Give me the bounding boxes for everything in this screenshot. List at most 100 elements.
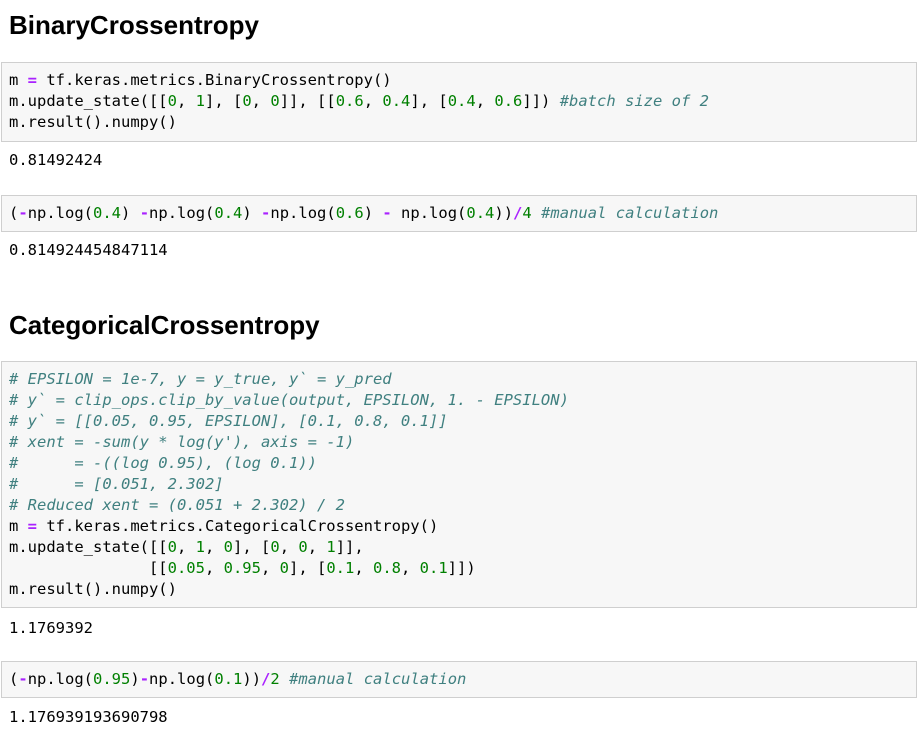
- code-line: m = tf.keras.metrics.CategoricalCrossent…: [9, 516, 909, 537]
- code-token: m: [9, 71, 28, 89]
- code-token: ], [: [410, 92, 448, 110]
- code-token: 1: [326, 538, 336, 556]
- code-token: ]]): [522, 92, 560, 110]
- code-token: ): [363, 204, 383, 222]
- code-token: 0.6: [335, 92, 364, 110]
- code-line: (-np.log(0.4) -np.log(0.4) -np.log(0.6) …: [9, 203, 909, 224]
- code-token: ], [: [288, 559, 327, 577]
- code-line: # = -((log 0.95), (log 0.1)): [9, 453, 909, 474]
- code-token: ,: [400, 559, 420, 577]
- code-token: 4: [522, 204, 532, 222]
- code-token: ,: [205, 538, 224, 556]
- code-token: # Reduced xent = (0.051 + 2.302) / 2: [9, 496, 345, 514]
- code-token: ]]): [447, 559, 476, 577]
- code-token: 0.1: [326, 559, 355, 577]
- cell-output: 1.1769392: [9, 619, 93, 637]
- code-token: np.log(: [270, 204, 336, 222]
- code-token: 0: [298, 538, 308, 556]
- code-token: ,: [307, 538, 327, 556]
- code-token: /: [513, 204, 523, 222]
- code-token: ): [121, 204, 140, 222]
- code-token: -: [261, 204, 271, 222]
- code-token: 1: [195, 538, 205, 556]
- code-token: m.update_state([[: [9, 92, 168, 110]
- code-line: # = [0.051, 2.302]: [9, 474, 909, 495]
- code-line: m.update_state([[0, 1, 0], [0, 0, 1]],: [9, 537, 909, 558]
- code-token: ,: [251, 92, 271, 110]
- code-token: #batch size of 2: [559, 92, 709, 110]
- code-token: 0.4: [382, 92, 411, 110]
- code-line: m.result().numpy(): [9, 579, 909, 600]
- code-line: # y` = [[0.05, 0.95, EPSILON], [0.1, 0.8…: [9, 411, 909, 432]
- code-token: =: [27, 517, 38, 535]
- code-token: m.result().numpy(): [9, 580, 177, 598]
- code-line: # EPSILON = 1e-7, y = y_true, y` = y_pre…: [9, 369, 909, 390]
- code-token: # EPSILON = 1e-7, y = y_true, y` = y_pre…: [9, 370, 392, 388]
- code-token: 0: [279, 559, 289, 577]
- code-token: ): [130, 670, 140, 688]
- code-token: 0.6: [335, 204, 364, 222]
- code-line: # xent = -sum(y * log(y'), axis = -1): [9, 432, 909, 453]
- code-token: #manual calculation: [289, 670, 467, 688]
- code-token: # y` = [[0.05, 0.95, EPSILON], [0.1, 0.8…: [9, 412, 448, 430]
- code-token: -: [382, 204, 392, 222]
- code-token: tf.keras.metrics.CategoricalCrossentropy…: [37, 517, 439, 535]
- code-token: (: [9, 670, 19, 688]
- code-token: # y` = clip_ops.clip_by_value(output, EP…: [9, 391, 569, 409]
- code-token: ,: [354, 559, 373, 577]
- code-token: 0.4: [466, 204, 495, 222]
- code-token: np.log(: [27, 204, 94, 222]
- code-line: # Reduced xent = (0.051 + 2.302) / 2: [9, 495, 909, 516]
- code-token: # = [0.051, 2.302]: [9, 475, 224, 493]
- code-token: 0.4: [93, 204, 122, 222]
- code-token: m.update_state([[: [9, 538, 168, 556]
- code-token: =: [27, 71, 38, 89]
- code-token: 0.05: [167, 559, 205, 577]
- code-token: 0.95: [93, 670, 131, 688]
- code-token: ]],: [335, 538, 364, 556]
- code-token: ,: [176, 92, 196, 110]
- code-line: # y` = clip_ops.clip_by_value(output, EP…: [9, 390, 909, 411]
- code-token: ,: [176, 538, 196, 556]
- code-token: 1: [195, 92, 205, 110]
- code-token: ): [242, 204, 262, 222]
- code-token: np.log(: [149, 204, 215, 222]
- code-line: m.result().numpy(): [9, 112, 909, 133]
- code-token: np.log(: [27, 670, 94, 688]
- code-token: np.log(: [391, 204, 467, 222]
- code-token: (: [9, 204, 19, 222]
- code-cell[interactable]: (-np.log(0.4) -np.log(0.4) -np.log(0.6) …: [1, 195, 917, 232]
- code-token: 0.8: [372, 559, 401, 577]
- code-token: tf.keras.metrics.BinaryCrossentropy(): [37, 71, 392, 89]
- code-token: -: [139, 670, 150, 688]
- code-token: ,: [475, 92, 495, 110]
- code-token: np.log(: [149, 670, 215, 688]
- cell-output: 0.81492424: [9, 151, 103, 169]
- code-token: )): [242, 670, 262, 688]
- code-token: 0.4: [447, 92, 476, 110]
- code-token: 0: [242, 92, 252, 110]
- code-token: 2: [270, 670, 280, 688]
- code-token: m.result().numpy(): [9, 113, 177, 131]
- section-heading-categorical: CategoricalCrossentropy: [9, 310, 320, 340]
- code-token: m: [9, 517, 28, 535]
- cell-output: 1.176939193690798: [9, 708, 168, 726]
- code-token: 0.1: [419, 559, 448, 577]
- code-cell[interactable]: # EPSILON = 1e-7, y = y_true, y` = y_pre…: [1, 361, 917, 608]
- code-line: m = tf.keras.metrics.BinaryCrossentropy(…: [9, 70, 909, 91]
- code-cell[interactable]: (-np.log(0.95)-np.log(0.1))/2 #manual ca…: [1, 661, 917, 698]
- code-token: # = -((log 0.95), (log 0.1)): [9, 454, 317, 472]
- code-line: (-np.log(0.95)-np.log(0.1))/2 #manual ca…: [9, 669, 909, 690]
- code-token: ,: [260, 559, 280, 577]
- code-token: 0.4: [214, 204, 243, 222]
- code-token: 0.1: [214, 670, 243, 688]
- code-token: #manual calculation: [541, 204, 719, 222]
- code-token: ]], [[: [279, 92, 336, 110]
- code-token: 0: [223, 538, 234, 556]
- code-token: [[: [9, 559, 168, 577]
- code-token: 0: [270, 538, 280, 556]
- code-token: ,: [204, 559, 224, 577]
- cell-output: 0.814924454847114: [9, 241, 168, 259]
- code-cell[interactable]: m = tf.keras.metrics.BinaryCrossentropy(…: [1, 62, 917, 142]
